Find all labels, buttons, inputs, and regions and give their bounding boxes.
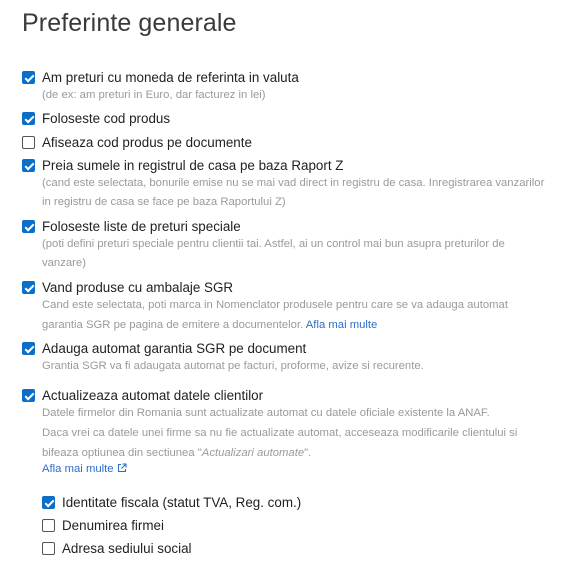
raport-z-checkbox[interactable] (22, 159, 35, 172)
option-description: Cand este selectata, poti marca in Nomen… (42, 299, 508, 311)
option-label: Identitate fiscala (statut TVA, Reg. com… (62, 495, 302, 510)
description-text: ". (304, 447, 312, 459)
option-description: vanzare) (42, 257, 86, 269)
option-label: Denumirea firmei (62, 518, 164, 533)
option-description: (de ex: am preturi in Euro, dar facturez… (42, 89, 266, 101)
reference-currency-checkbox[interactable] (22, 71, 35, 84)
option-description: (cand este selectata, bonurile emise nu … (42, 177, 545, 189)
special-price-lists-checkbox[interactable] (22, 220, 35, 233)
option-description: Datele firmelor din Romania sunt actuali… (42, 407, 490, 419)
description-text: bifeaza optiunea din sectiunea " (42, 447, 202, 459)
option-label: Foloseste cod produs (42, 111, 171, 126)
sgr-auto-checkbox[interactable] (22, 342, 35, 355)
option-label: Afiseaza cod produs pe documente (42, 135, 252, 150)
option-description: (poti defini preturi speciale pentru cli… (42, 238, 505, 250)
option-description: in registru de casa se face pe baza Rapo… (42, 196, 286, 208)
sgr-packaging-checkbox[interactable] (22, 281, 35, 294)
option-link-line: Afla mai multe (42, 459, 127, 479)
fiscal-identity-checkbox[interactable] (42, 496, 55, 509)
external-link-icon[interactable] (117, 463, 127, 473)
product-code-checkbox[interactable] (22, 112, 35, 125)
option-description: Daca vrei ca datele unei firme sa nu fie… (42, 427, 518, 439)
learn-more-link[interactable]: Afla mai multe (306, 319, 378, 331)
option-label: Adresa sediului social (62, 541, 192, 556)
description-text: garantia SGR pe pagina de emitere a docu… (42, 319, 304, 331)
registered-office-checkbox[interactable] (42, 542, 55, 555)
page-title: Preferinte generale (22, 9, 237, 37)
company-name-checkbox[interactable] (42, 519, 55, 532)
auto-update-clients-checkbox[interactable] (22, 389, 35, 402)
auto-updates-section-name: Actualizari automate (201, 447, 305, 459)
learn-more-link[interactable]: Afla mai multe (42, 463, 114, 475)
option-description: garantia SGR pe pagina de emitere a docu… (42, 315, 377, 335)
option-description: Grantia SGR va fi adaugata automat pe fa… (42, 360, 424, 372)
show-product-code-checkbox[interactable] (22, 136, 35, 149)
